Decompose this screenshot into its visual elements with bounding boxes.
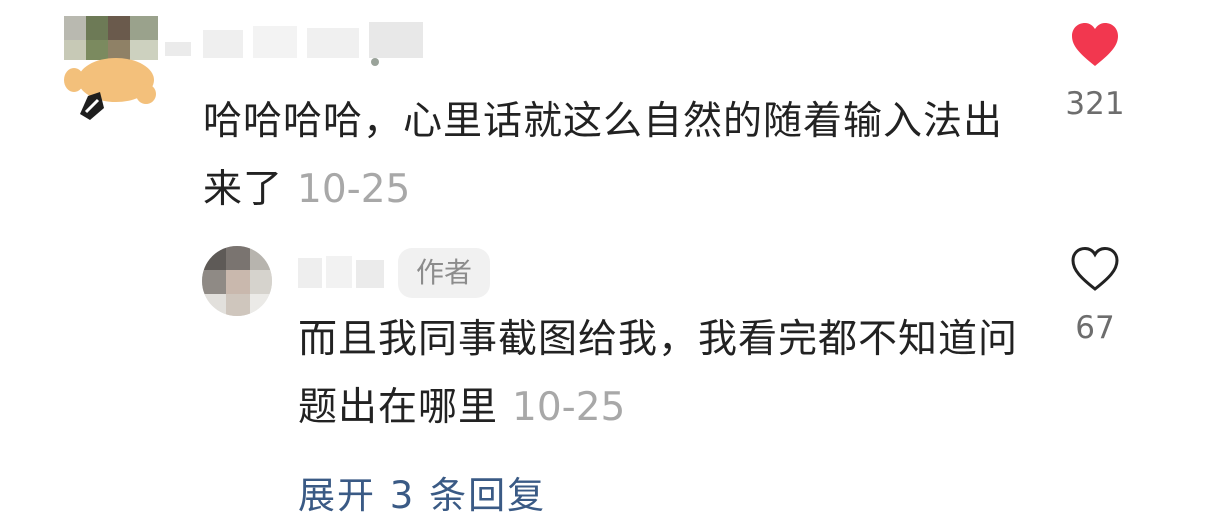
avatar-image (202, 246, 272, 316)
reply-text: 而且我同事截图给我，我看完都不知道问题出在哪里 (298, 317, 1019, 430)
reply-avatar[interactable] (202, 246, 272, 316)
reply-username-obscured[interactable] (298, 250, 386, 292)
blurred-username (298, 256, 384, 288)
comment-body: 哈哈哈哈，心里话就这么自然的随着输入法出来了 10-25 (203, 88, 1023, 224)
avatar[interactable] (58, 16, 162, 120)
reply-like-count: 67 (1075, 310, 1115, 346)
comment-thread: 哈哈哈哈，心里话就这么自然的随着输入法出来了 10-25 321 作者 而且我同… (0, 0, 1214, 530)
blurred-username (165, 22, 423, 66)
avatar-image (58, 16, 162, 120)
reply-body: 而且我同事截图给我，我看完都不知道问题出在哪里 10-25 (298, 306, 1018, 442)
reply-date: 10-25 (512, 385, 626, 430)
heart-outline-icon (1071, 246, 1119, 291)
like-count: 321 (1065, 86, 1125, 122)
expand-replies-link[interactable]: 展开 3 条回复 (298, 466, 546, 526)
heart-filled-icon (1072, 23, 1118, 66)
author-badge: 作者 (398, 248, 491, 298)
username-obscured[interactable] (165, 22, 427, 66)
like-button[interactable]: 321 (1060, 22, 1130, 122)
comment-date: 10-25 (297, 167, 411, 212)
reply-like-button[interactable]: 67 (1060, 246, 1130, 346)
